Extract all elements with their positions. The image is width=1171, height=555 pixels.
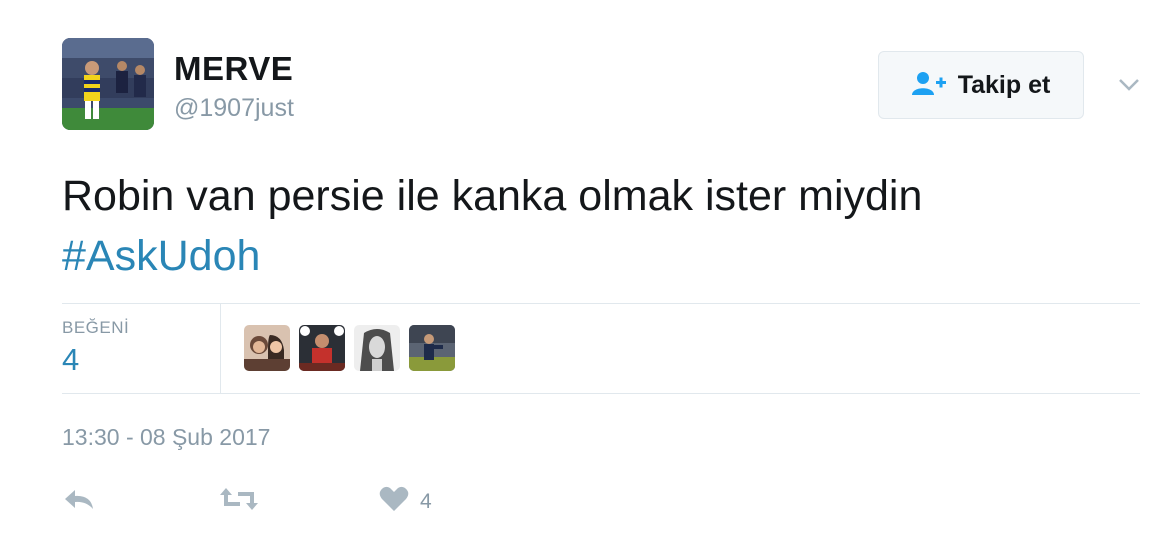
likers-list <box>244 325 455 371</box>
tweet-timestamp[interactable]: 13:30 - 08 Şub 2017 <box>62 424 270 451</box>
hashtag-link[interactable]: #AskUdoh <box>62 226 1142 286</box>
avatar[interactable] <box>62 38 154 130</box>
stats-separator <box>220 304 221 394</box>
tweet-body: Robin van persie ile kanka olmak ister m… <box>62 172 923 220</box>
like-count: 4 <box>420 489 432 513</box>
liker-avatar[interactable] <box>299 325 345 371</box>
user-handle[interactable]: @1907just <box>174 94 294 123</box>
follow-button[interactable]: Takip et <box>878 51 1084 119</box>
reply-button[interactable] <box>62 484 96 519</box>
retweet-button[interactable] <box>218 484 260 519</box>
retweet-icon <box>218 484 260 519</box>
follow-button-label: Takip et <box>957 70 1051 99</box>
liker-avatar[interactable] <box>244 325 290 371</box>
likes-count[interactable]: 4 <box>62 342 79 378</box>
tweet-text: Robin van persie ile kanka olmak ister m… <box>62 166 1142 286</box>
liker-avatar[interactable] <box>409 325 455 371</box>
reply-icon <box>62 484 96 519</box>
liker-avatar[interactable] <box>354 325 400 371</box>
divider <box>62 303 1140 304</box>
add-user-icon <box>911 71 946 100</box>
display-name[interactable]: MERVE <box>174 50 293 88</box>
divider <box>62 393 1140 394</box>
heart-icon <box>378 484 410 519</box>
chevron-down-icon[interactable] <box>1112 70 1146 100</box>
likes-label: BEĞENİ <box>62 318 130 337</box>
like-button[interactable]: 4 <box>378 484 432 519</box>
